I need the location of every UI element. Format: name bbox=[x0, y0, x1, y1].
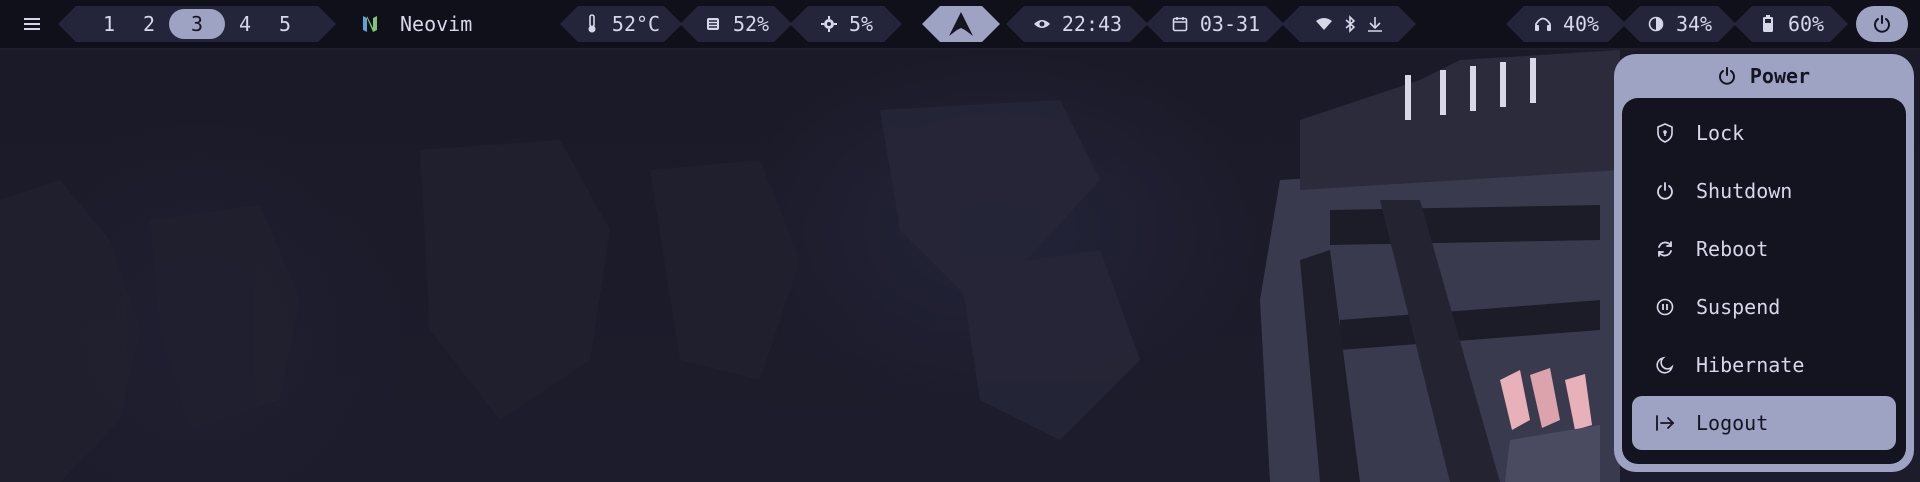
volume-value: 40% bbox=[1562, 12, 1600, 36]
power-menu-item-suspend[interactable]: Suspend bbox=[1632, 280, 1896, 334]
power-icon bbox=[1718, 67, 1736, 85]
bluetooth-icon[interactable] bbox=[1344, 15, 1356, 33]
brightness-value: 34% bbox=[1675, 12, 1713, 36]
arch-logo-icon bbox=[948, 11, 974, 37]
workspace-2[interactable]: 2 bbox=[129, 9, 169, 39]
power-menu-list: Lock Shutdown Reboot Suspend Hibernate L… bbox=[1622, 98, 1906, 464]
workspaces: 1 2 3 4 5 bbox=[58, 6, 336, 42]
cpu-module[interactable]: 5% bbox=[790, 6, 902, 42]
hamburger-icon bbox=[23, 17, 41, 31]
active-window-title: Neovim bbox=[400, 12, 473, 36]
system-tray bbox=[1282, 6, 1416, 42]
temperature-value: 52°C bbox=[611, 12, 661, 36]
power-menu-item-label: Lock bbox=[1696, 121, 1745, 145]
date-module[interactable]: 03-31 bbox=[1146, 6, 1284, 42]
thermometer-icon bbox=[582, 14, 602, 34]
power-icon bbox=[1654, 180, 1676, 202]
power-menu-item-label: Reboot bbox=[1696, 237, 1769, 261]
memory-value: 52% bbox=[732, 12, 770, 36]
workspace-1[interactable]: 1 bbox=[89, 9, 129, 39]
cpu-icon bbox=[819, 14, 839, 34]
top-bar: 1 2 3 4 5 Neovim 52°C 52% 5% 22:43 03-31… bbox=[0, 0, 1920, 50]
power-menu-item-logout[interactable]: Logout bbox=[1632, 396, 1896, 450]
power-menu: Power Lock Shutdown Reboot Suspend Hiber… bbox=[1614, 54, 1914, 472]
contrast-icon bbox=[1646, 14, 1666, 34]
eye-icon bbox=[1032, 14, 1052, 34]
volume-module[interactable]: 40% bbox=[1506, 6, 1626, 42]
memory-icon bbox=[703, 14, 723, 34]
pause-circle-icon bbox=[1654, 296, 1676, 318]
wifi-icon[interactable] bbox=[1315, 17, 1333, 31]
power-menu-item-label: Suspend bbox=[1696, 295, 1781, 319]
workspace-4[interactable]: 4 bbox=[225, 9, 265, 39]
power-menu-item-shutdown[interactable]: Shutdown bbox=[1632, 164, 1896, 218]
headphones-icon bbox=[1533, 14, 1553, 34]
power-menu-item-label: Shutdown bbox=[1696, 179, 1793, 203]
power-menu-header: Power bbox=[1614, 54, 1914, 98]
date-value: 03-31 bbox=[1199, 12, 1261, 36]
neovim-icon bbox=[360, 14, 380, 34]
launcher-button[interactable] bbox=[922, 6, 1000, 42]
shield-lock-icon bbox=[1654, 122, 1676, 144]
power-menu-title: Power bbox=[1749, 64, 1811, 88]
workspace-3-active[interactable]: 3 bbox=[169, 9, 225, 39]
menu-button[interactable] bbox=[14, 6, 50, 42]
moon-icon bbox=[1654, 354, 1676, 376]
active-window: Neovim bbox=[360, 6, 500, 42]
power-menu-item-label: Logout bbox=[1696, 411, 1769, 435]
workspace-5[interactable]: 5 bbox=[265, 9, 305, 39]
power-menu-item-hibernate[interactable]: Hibernate bbox=[1632, 338, 1896, 392]
brightness-module[interactable]: 34% bbox=[1622, 6, 1736, 42]
clock-module[interactable]: 22:43 bbox=[1006, 6, 1148, 42]
power-button[interactable] bbox=[1856, 6, 1908, 42]
memory-module[interactable]: 52% bbox=[680, 6, 792, 42]
battery-icon bbox=[1758, 14, 1778, 34]
logout-icon bbox=[1654, 412, 1676, 434]
calendar-icon bbox=[1170, 14, 1190, 34]
temperature-module[interactable]: 52°C bbox=[560, 6, 682, 42]
power-menu-item-lock[interactable]: Lock bbox=[1632, 106, 1896, 160]
power-icon bbox=[1873, 15, 1891, 33]
battery-module[interactable]: 60% bbox=[1734, 6, 1848, 42]
clock-value: 22:43 bbox=[1061, 12, 1123, 36]
refresh-icon bbox=[1654, 238, 1676, 260]
download-icon[interactable] bbox=[1367, 16, 1383, 32]
cpu-value: 5% bbox=[848, 12, 874, 36]
power-menu-item-label: Hibernate bbox=[1696, 353, 1805, 377]
battery-value: 60% bbox=[1787, 12, 1825, 36]
power-menu-item-reboot[interactable]: Reboot bbox=[1632, 222, 1896, 276]
